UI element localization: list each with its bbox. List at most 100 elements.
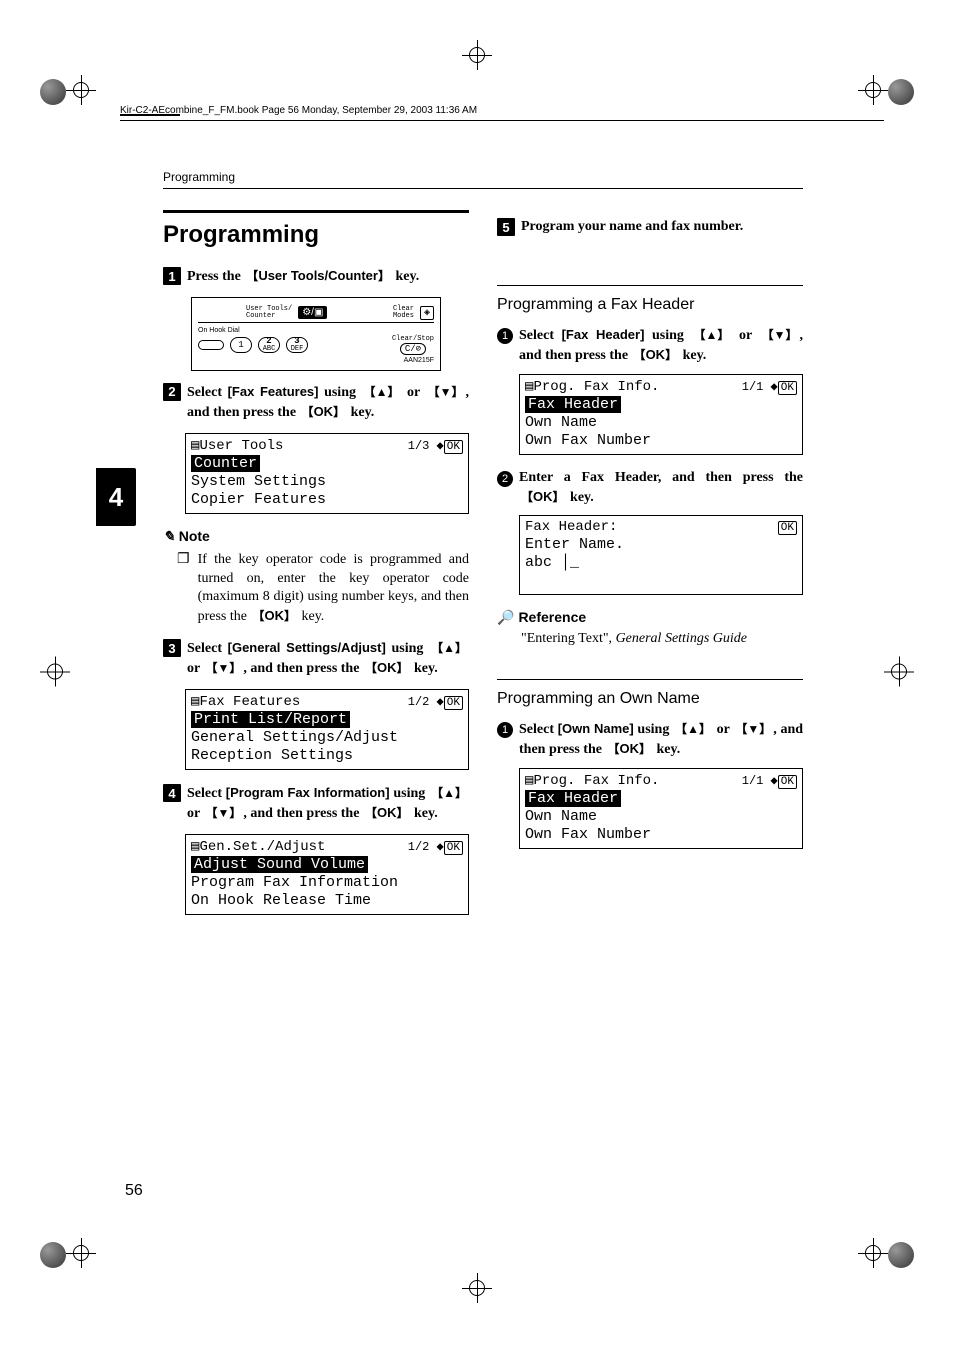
header-rule: [120, 114, 180, 116]
circled-number-icon: 1: [497, 328, 513, 344]
lcd-item: On Hook Release Time: [191, 892, 463, 909]
subsection-heading: Programming an Own Name: [497, 690, 803, 708]
bullet-icon: ❐: [177, 551, 190, 628]
lcd-page: 1/2: [408, 840, 430, 854]
lcd-screen-prog-fax-info-b: ▤Prog. Fax Info.1/1 ◆OK Fax Header Own N…: [519, 768, 803, 849]
key-name: User Tools/Counter: [258, 268, 378, 283]
lcd-title: Prog. Fax Info.: [533, 379, 659, 395]
substep-a1: 1 Select [Fax Header] using 【▲】 or 【▼】, …: [497, 326, 803, 366]
label: Clear/Stop: [392, 336, 434, 343]
lcd-item-selected: Fax Header: [525, 396, 621, 413]
keypad-2-icon: 2ABC: [258, 337, 280, 353]
lcd-title: Fax Features: [199, 694, 300, 710]
lcd-page: 1/1: [742, 774, 764, 788]
text: key.: [392, 269, 419, 284]
source-file-header: Kir-C2-AEcombine_F_FM.book Page 56 Monda…: [120, 105, 884, 121]
on-hook-dial-button-icon: [198, 340, 224, 350]
running-head: Programming: [163, 170, 803, 189]
step-2: 2 Select [Fax Features] using 【▲】 or 【▼】…: [163, 383, 469, 423]
lcd-title: Gen.Set./Adjust: [199, 839, 325, 855]
control-panel-illustration: User Tools/ Counter ⚙/▣ Clear Modes ◈ On…: [191, 297, 441, 371]
lcd-screen-fax-header-entry: Fax Header:OK Enter Name. abc │_: [519, 515, 803, 595]
step-number-icon: 5: [497, 218, 515, 236]
pencil-icon: ✎: [163, 528, 175, 544]
crop-mark: [462, 40, 492, 75]
lcd-item: Own Name: [525, 808, 797, 825]
page-number: 56: [125, 1182, 143, 1200]
lcd-prompt: Enter Name.: [525, 536, 797, 553]
left-column: Programming 1 Press the 【User Tools/Coun…: [163, 210, 469, 929]
step-number-icon: 2: [163, 383, 181, 401]
lcd-item: General Settings/Adjust: [191, 729, 463, 746]
lcd-item-selected: Fax Header: [525, 790, 621, 807]
separator: [497, 285, 803, 286]
step-text: Enter a Fax Header, and then press the 【…: [519, 469, 803, 508]
reference-heading: 🔎Reference: [497, 609, 803, 626]
crop-mark: [462, 1273, 492, 1308]
crop-mark: [40, 657, 70, 692]
step-3: 3 Select [General Settings/Adjust] using…: [163, 639, 469, 679]
lcd-item-selected: Adjust Sound Volume: [191, 856, 368, 873]
keypad-3-icon: 3DEF: [286, 337, 308, 353]
right-column: 5 Program your name and fax number. Prog…: [497, 210, 803, 929]
step-4: 4 Select [Program Fax Information] using…: [163, 784, 469, 824]
note-text: If the key operator code is programmed a…: [198, 552, 469, 625]
step-number-icon: 3: [163, 639, 181, 657]
label: On Hook Dial: [198, 327, 240, 334]
step-text: Select [General Settings/Adjust] using 【…: [187, 639, 469, 679]
lcd-title: Prog. Fax Info.: [533, 773, 659, 789]
clear-stop-button-icon: C/⊘: [400, 343, 426, 355]
circled-number-icon: 1: [497, 722, 513, 738]
lcd-item: Own Name: [525, 414, 797, 431]
label: User Tools/ Counter: [246, 306, 292, 320]
lcd-item: Copier Features: [191, 491, 463, 508]
lcd-item-selected: Counter: [191, 455, 260, 472]
lcd-mode: abc: [525, 554, 552, 571]
lcd-screen-prog-fax-info-a: ▤Prog. Fax Info.1/1 ◆OK Fax Header Own N…: [519, 374, 803, 455]
text: Press the: [187, 269, 244, 284]
user-tools-button-icon: ⚙/▣: [298, 306, 327, 319]
lcd-screen-fax-features: ▤Fax Features1/2 ◆OK Print List/Report G…: [185, 689, 469, 770]
lcd-page: 1/3: [408, 439, 430, 453]
step-text: Select [Fax Header] using 【▲】 or 【▼】, an…: [519, 326, 803, 366]
lcd-page: 1/2: [408, 695, 430, 709]
substep-b1: 1 Select [Own Name] using 【▲】 or 【▼】, an…: [497, 720, 803, 760]
label: Clear Modes: [393, 306, 414, 320]
lcd-item-selected: Print List/Report: [191, 711, 350, 728]
crop-mark: [884, 657, 914, 692]
step-text: Press the 【User Tools/Counter】 key.: [187, 267, 419, 287]
section-title: Programming: [163, 210, 469, 249]
separator: [497, 679, 803, 680]
note-heading: ✎Note: [163, 528, 469, 545]
step-5: 5 Program your name and fax number.: [497, 218, 803, 237]
lcd-screen-gen-set: ▤Gen.Set./Adjust1/2 ◆OK Adjust Sound Vol…: [185, 834, 469, 915]
step-number-icon: 4: [163, 784, 181, 802]
step-text: Select [Program Fax Information] using 【…: [187, 784, 469, 824]
lcd-item: Own Fax Number: [525, 826, 797, 843]
circled-number-icon: 2: [497, 471, 513, 487]
lcd-item: Program Fax Information: [191, 874, 463, 891]
note-item: ❐ If the key operator code is programmed…: [177, 551, 469, 628]
crop-mark: [40, 75, 96, 110]
subsection-heading: Programming a Fax Header: [497, 296, 803, 314]
substep-a2: 2 Enter a Fax Header, and then press the…: [497, 469, 803, 508]
lcd-cursor: _: [570, 554, 579, 571]
lcd-title: User Tools: [199, 438, 283, 454]
magnifier-icon: 🔎: [497, 609, 514, 625]
lcd-item: Reception Settings: [191, 747, 463, 764]
chapter-tab: 4: [96, 468, 136, 526]
lcd-title: Fax Header:: [525, 519, 617, 535]
page-content: Programming 1 Press the 【User Tools/Coun…: [163, 210, 803, 929]
lcd-item: System Settings: [191, 473, 463, 490]
keypad-1-icon: 1: [230, 337, 252, 353]
step-text: Select [Fax Features] using 【▲】 or 【▼】, …: [187, 383, 469, 423]
lcd-screen-user-tools: ▤User Tools1/3 ◆OK Counter System Settin…: [185, 433, 469, 514]
lcd-item: Own Fax Number: [525, 432, 797, 449]
crop-mark: [858, 1238, 914, 1273]
lcd-page: 1/1: [742, 380, 764, 394]
crop-mark: [40, 1238, 96, 1273]
figure-code: AAN215F: [198, 357, 434, 364]
step-number-icon: 1: [163, 267, 181, 285]
step-text: Select [Own Name] using 【▲】 or 【▼】, and …: [519, 720, 803, 760]
step-1: 1 Press the 【User Tools/Counter】 key.: [163, 267, 469, 287]
